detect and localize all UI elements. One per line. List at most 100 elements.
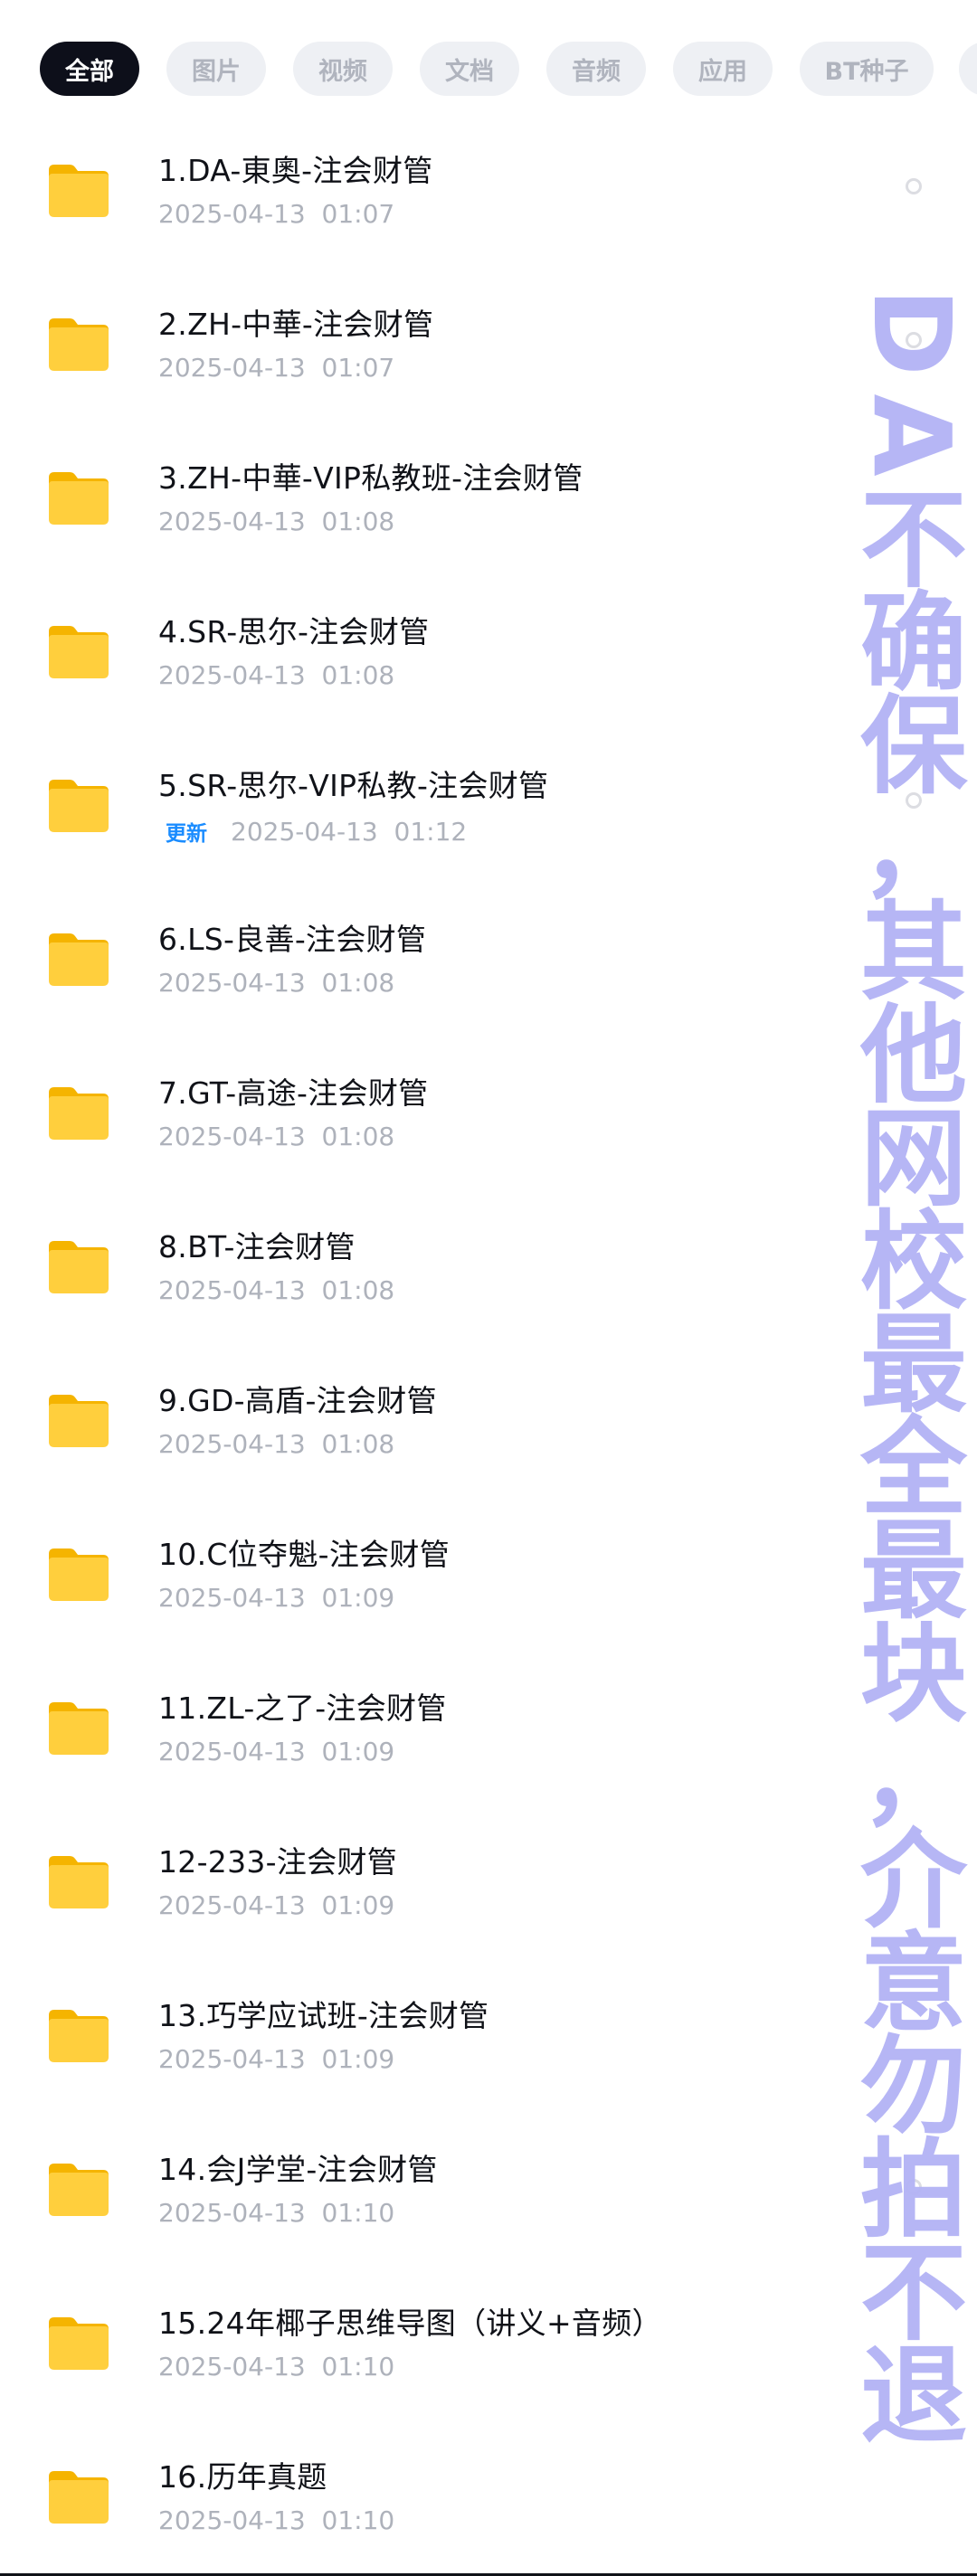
date-time-gap <box>306 2044 322 2074</box>
tab-bt-torrents[interactable]: BT种子 <box>800 42 934 96</box>
file-date: 2025-04-13 <box>158 1122 306 1151</box>
folder-icon <box>45 622 112 680</box>
folder-icon <box>45 1237 112 1295</box>
tab-audio[interactable]: 音频 <box>546 42 646 96</box>
folder-icon <box>45 2160 112 2218</box>
file-name: 1.DA-東奧-注会财管 <box>158 153 433 188</box>
file-name: 2.ZH-中華-注会财管 <box>158 307 434 342</box>
scroll-rail-dot <box>906 792 922 809</box>
file-date: 2025-04-13 <box>158 2352 306 2382</box>
file-date: 2025-04-13 <box>158 2044 306 2074</box>
file-date: 2025-04-13 <box>158 1429 306 1459</box>
file-row[interactable]: 2.ZH-中華-注会财管 2025-04-13 01:07 <box>0 297 977 450</box>
file-name: 5.SR-思尔-VIP私教-注会财管 <box>158 768 549 803</box>
folder-icon <box>45 469 112 526</box>
file-row[interactable]: 3.ZH-中華-VIP私教班-注会财管 2025-04-13 01:08 <box>0 450 977 604</box>
folder-icon <box>45 2314 112 2372</box>
file-time: 01:10 <box>321 2505 395 2535</box>
file-row[interactable]: 16.历年真题 2025-04-13 01:10 <box>0 2449 977 2576</box>
file-name: 9.GD-高盾-注会财管 <box>158 1383 437 1418</box>
date-time-gap <box>306 1429 322 1459</box>
date-time-gap <box>306 1122 322 1151</box>
date-time-gap <box>306 660 322 690</box>
file-meta: 更新 2025-04-13 01:12 <box>158 814 467 848</box>
file-meta: 2025-04-13 01:10 <box>158 2505 394 2535</box>
file-time: 01:08 <box>321 507 395 536</box>
file-date: 2025-04-13 <box>158 2505 306 2535</box>
file-date: 2025-04-13 <box>158 1890 306 1920</box>
file-meta: 2025-04-13 01:09 <box>158 1583 394 1613</box>
date-time-gap <box>306 1890 322 1920</box>
file-time: 01:08 <box>321 968 395 998</box>
file-meta: 2025-04-13 01:08 <box>158 968 394 998</box>
file-row[interactable]: 6.LS-良善-注会财管 2025-04-13 01:08 <box>0 912 977 1065</box>
file-row[interactable]: 8.BT-注会财管 2025-04-13 01:08 <box>0 1219 977 1373</box>
folder-icon <box>45 2006 112 2064</box>
date-time-gap <box>306 1737 322 1766</box>
file-meta: 2025-04-13 01:08 <box>158 507 394 536</box>
file-time: 01:08 <box>321 1275 395 1305</box>
tab-apps[interactable]: 应用 <box>673 42 773 96</box>
file-row[interactable]: 4.SR-思尔-注会财管 2025-04-13 01:08 <box>0 604 977 758</box>
file-name: 7.GT-高途-注会财管 <box>158 1075 429 1111</box>
file-date: 2025-04-13 <box>158 2198 306 2228</box>
date-time-gap <box>306 2352 322 2382</box>
folder-icon <box>45 1699 112 1757</box>
file-meta: 2025-04-13 01:07 <box>158 353 394 383</box>
tab-images[interactable]: 图片 <box>166 42 266 96</box>
file-row[interactable]: 9.GD-高盾-注会财管 2025-04-13 01:08 <box>0 1373 977 1527</box>
tab-all[interactable]: 全部 <box>40 42 139 96</box>
file-row[interactable]: 7.GT-高途-注会财管 2025-04-13 01:08 <box>0 1065 977 1219</box>
date-time-gap <box>378 817 394 847</box>
file-name: 3.ZH-中華-VIP私教班-注会财管 <box>158 460 583 496</box>
file-time: 01:07 <box>321 199 395 229</box>
folder-icon <box>45 161 112 219</box>
scroll-rail-dot <box>906 332 922 348</box>
file-name: 12-233-注会财管 <box>158 1844 398 1880</box>
filter-tab-bar: 全部 图片 视频 文档 音频 应用 BT种子 <box>0 0 977 136</box>
date-time-gap <box>306 199 322 229</box>
file-row[interactable]: 5.SR-思尔-VIP私教-注会财管 更新 2025-04-13 01:12 <box>0 758 977 912</box>
file-name: 10.C位夺魁-注会财管 <box>158 1537 451 1572</box>
file-time: 01:10 <box>321 2352 395 2382</box>
file-time: 01:08 <box>321 1429 395 1459</box>
file-date: 2025-04-13 <box>158 507 306 536</box>
file-name: 11.ZL-之了-注会财管 <box>158 1690 447 1726</box>
file-row[interactable]: 10.C位夺魁-注会财管 2025-04-13 01:09 <box>0 1527 977 1681</box>
scroll-rail-dot <box>906 178 922 194</box>
file-meta: 2025-04-13 01:09 <box>158 2044 394 2074</box>
file-meta: 2025-04-13 01:08 <box>158 1275 394 1305</box>
file-time: 01:09 <box>321 1737 395 1766</box>
file-date: 2025-04-13 <box>158 199 306 229</box>
file-row[interactable]: 1.DA-東奧-注会财管 2025-04-13 01:07 <box>0 143 977 297</box>
tab-videos[interactable]: 视频 <box>293 42 393 96</box>
folder-icon <box>45 1852 112 1910</box>
file-time: 01:09 <box>321 1890 395 1920</box>
file-date: 2025-04-13 <box>158 1583 306 1613</box>
folder-icon <box>45 1545 112 1603</box>
date-time-gap <box>306 2198 322 2228</box>
file-name: 13.巧学应试班-注会财管 <box>158 1998 489 2033</box>
file-row[interactable]: 11.ZL-之了-注会财管 2025-04-13 01:09 <box>0 1681 977 1834</box>
file-time: 01:10 <box>321 2198 395 2228</box>
file-date: 2025-04-13 <box>231 816 378 847</box>
tab-documents[interactable]: 文档 <box>420 42 519 96</box>
tab-overflow[interactable] <box>959 42 977 96</box>
file-meta: 2025-04-13 01:07 <box>158 199 394 229</box>
folder-icon <box>45 315 112 373</box>
file-date: 2025-04-13 <box>158 660 306 690</box>
file-meta: 2025-04-13 01:08 <box>158 1122 394 1151</box>
date-time-gap <box>306 1583 322 1613</box>
file-name: 15.24年椰子思维导图（讲义+音频） <box>158 2306 662 2341</box>
file-row[interactable]: 13.巧学应试班-注会财管 2025-04-13 01:09 <box>0 1988 977 2142</box>
file-row[interactable]: 12-233-注会财管 2025-04-13 01:09 <box>0 1834 977 1988</box>
file-name: 8.BT-注会财管 <box>158 1229 356 1264</box>
file-name: 14.会J学堂-注会财管 <box>158 2152 438 2187</box>
file-date: 2025-04-13 <box>158 968 306 998</box>
file-row[interactable]: 15.24年椰子思维导图（讲义+音频） 2025-04-13 01:10 <box>0 2296 977 2449</box>
file-date: 2025-04-13 <box>158 1275 306 1305</box>
scroll-rail-dot <box>906 2179 922 2195</box>
file-row[interactable]: 14.会J学堂-注会财管 2025-04-13 01:10 <box>0 2142 977 2296</box>
file-name: 16.历年真题 <box>158 2459 327 2495</box>
folder-icon <box>45 930 112 988</box>
